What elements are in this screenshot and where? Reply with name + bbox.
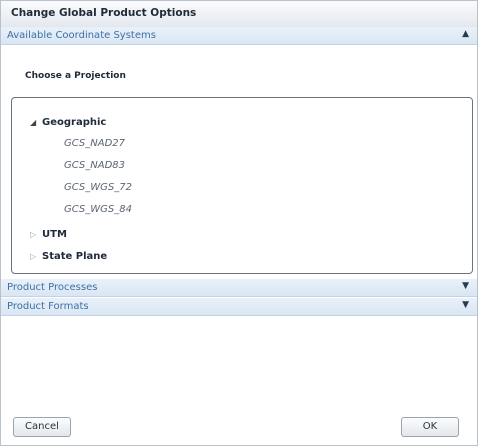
projection-tree: ◢ Geographic GCS_NAD27 GCS_NAD83 GCS_WGS_… xyxy=(11,97,473,274)
dialog-titlebar: Change Global Product Options xyxy=(1,1,477,28)
section-header-product-formats[interactable]: Product Formats ▼ xyxy=(1,298,477,316)
section-label: Available Coordinate Systems xyxy=(7,30,156,41)
collapsed-arrow-icon[interactable]: ▷ xyxy=(30,226,42,244)
tree-node-state-plane[interactable]: ▷ State Plane xyxy=(30,245,107,263)
projection-prompt: Choose a Projection xyxy=(25,71,126,81)
chevron-up-icon: ▲ xyxy=(462,29,469,39)
collapsed-arrow-icon[interactable]: ▷ xyxy=(30,248,42,266)
tree-node-label: State Plane xyxy=(42,251,108,262)
tree-node-label: UTM xyxy=(42,229,67,240)
tree-leaf-gcs-nad83[interactable]: GCS_NAD83 xyxy=(64,157,125,175)
section-label: Product Formats xyxy=(7,301,89,312)
cancel-button[interactable]: Cancel xyxy=(13,417,71,437)
section-label: Product Processes xyxy=(7,282,98,293)
tree-node-geographic[interactable]: ◢ Geographic xyxy=(30,111,106,129)
dialog-title: Change Global Product Options xyxy=(11,7,197,19)
chevron-down-icon: ▼ xyxy=(462,281,469,291)
chevron-down-icon: ▼ xyxy=(462,300,469,310)
section-header-coordinate-systems[interactable]: Available Coordinate Systems ▲ xyxy=(1,27,477,45)
section-header-product-processes[interactable]: Product Processes ▼ xyxy=(1,279,477,297)
tree-node-label: Geographic xyxy=(42,117,107,128)
expanded-arrow-icon[interactable]: ◢ xyxy=(30,114,42,132)
tree-node-utm[interactable]: ▷ UTM xyxy=(30,223,67,241)
tree-leaf-gcs-wgs-84[interactable]: GCS_WGS_84 xyxy=(64,201,132,219)
ok-button[interactable]: OK xyxy=(401,417,459,437)
change-global-product-options-dialog: Change Global Product Options Available … xyxy=(0,0,478,446)
tree-leaf-gcs-nad27[interactable]: GCS_NAD27 xyxy=(64,135,125,153)
tree-leaf-gcs-wgs-72[interactable]: GCS_WGS_72 xyxy=(64,179,132,197)
